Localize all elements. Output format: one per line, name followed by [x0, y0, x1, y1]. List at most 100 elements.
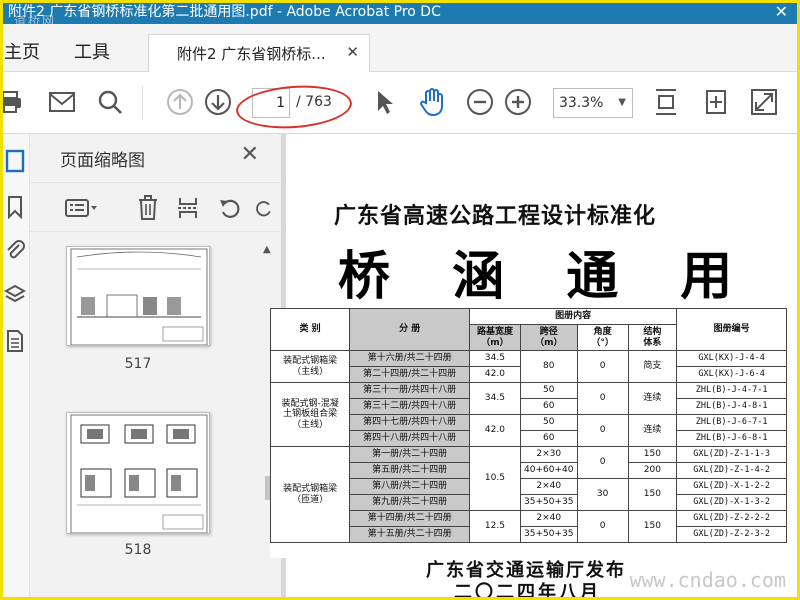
- search-icon[interactable]: [94, 86, 126, 118]
- cell-span: 60: [519, 430, 578, 447]
- cell-code: GXL(ZD)-Z-2-2-2: [676, 510, 787, 527]
- cell-span: 60: [519, 398, 578, 415]
- cell-span: 80: [519, 350, 578, 383]
- cell-volume: 第四十八册/共四十八册: [349, 430, 471, 447]
- site-watermark: www.cndao.com: [629, 568, 786, 592]
- rotate-view-icon[interactable]: [700, 86, 732, 118]
- cell-angle: 0: [576, 414, 629, 447]
- cell-code: ZHL(B)-J-6-8-1: [676, 430, 787, 447]
- document-icon[interactable]: [3, 328, 27, 354]
- cell-span: 35+50+35: [519, 494, 578, 511]
- header-volume: 分 册: [349, 308, 471, 351]
- cell-width: 42.0: [469, 366, 521, 383]
- cell-structure: 200: [627, 462, 678, 479]
- cell-structure: 连续: [627, 414, 678, 447]
- zoom-select[interactable]: 33.3% ▼: [553, 88, 633, 118]
- cell-volume: 第十六册/共二十四册: [349, 350, 471, 367]
- toolbar: 1 / 763 33.3% ▼: [0, 72, 800, 134]
- cell-code: ZHL(B)-J-4-8-1: [676, 398, 787, 415]
- rotate-right-icon[interactable]: [254, 195, 274, 221]
- close-panel-icon[interactable]: ✕: [241, 142, 259, 167]
- full-screen-icon[interactable]: [748, 86, 780, 118]
- email-icon[interactable]: [46, 86, 78, 118]
- cell-structure: 150: [627, 446, 678, 463]
- options-menu-icon[interactable]: [62, 195, 102, 221]
- cell-code: GXL(KX)-J-6-4: [676, 366, 787, 383]
- thumbnail-label: 517: [124, 356, 152, 372]
- cell-angle: 0: [576, 510, 629, 543]
- navigation-rail: [0, 134, 30, 600]
- thumbnail-toolbar: [30, 182, 282, 232]
- header-structure: 结构 体系: [627, 324, 678, 351]
- document-subtitle: 广东省高速公路工程设计标准化: [334, 204, 657, 229]
- cell-angle: 30: [576, 478, 629, 511]
- delete-icon[interactable]: [134, 195, 162, 221]
- tab-home[interactable]: 主页: [4, 38, 40, 64]
- select-cursor-icon[interactable]: [368, 86, 400, 118]
- cell-volume: 第三十二册/共四十八册: [349, 398, 471, 415]
- header-code: 图册编号: [676, 308, 787, 351]
- header-angle: 角度 （°）: [576, 324, 629, 351]
- thumbnail-page-518[interactable]: [66, 412, 210, 534]
- cell-volume: 第一册/共二十四册: [349, 446, 471, 463]
- print-icon[interactable]: [0, 86, 26, 118]
- close-tab-icon[interactable]: ✕: [346, 43, 359, 61]
- zoom-in-icon[interactable]: [502, 86, 534, 118]
- tab-document-label: 附件2 广东省钢桥标...: [177, 45, 326, 63]
- hand-tool-icon[interactable]: [416, 86, 448, 118]
- page-thumbnails-icon[interactable]: [3, 148, 27, 174]
- cell-volume: 第四十七册/共四十八册: [349, 414, 471, 431]
- tab-document[interactable]: 附件2 广东省钢桥标... ✕: [148, 34, 370, 72]
- cell-span: 2×30: [519, 446, 578, 463]
- cell-structure: 150: [627, 478, 678, 511]
- spec-table: 类 别 分 册 图册内容 图册编号 路基宽度 （m） 跨径 （m） 角度 （°）…: [269, 308, 787, 543]
- cell-volume: 第十四册/共二十四册: [349, 510, 471, 527]
- cell-span: 40+60+40: [519, 462, 578, 479]
- document-date: 二〇二四年八月: [454, 582, 601, 600]
- previous-page-icon[interactable]: [164, 86, 196, 118]
- cell-category: 装配式钢-混凝 土钢板组合梁 （主线）: [269, 382, 351, 447]
- header-category: 类 别: [269, 308, 351, 351]
- cell-code: ZHL(B)-J-4-7-1: [676, 382, 787, 399]
- cell-volume: 第十五册/共二十四册: [349, 526, 471, 543]
- rotate-left-icon[interactable]: [216, 195, 244, 221]
- zoom-value: 33.3%: [559, 95, 604, 111]
- thumbnail-panel: 页面缩略图 ✕ 517 518 ▲: [30, 134, 282, 600]
- spec-table-overlay: 类 别 分 册 图册内容 图册编号 路基宽度 （m） 跨径 （m） 角度 （°）…: [269, 308, 787, 558]
- tab-bar: 主页 工具 附件2 广东省钢桥标... ✕: [0, 24, 800, 72]
- cell-width: 12.5: [469, 510, 521, 543]
- header-span: 跨径 （m）: [519, 324, 578, 351]
- scroll-up-icon[interactable]: ▲: [263, 244, 271, 255]
- cell-span: 2×40: [519, 510, 578, 527]
- cell-code: ZHL(B)-J-6-7-1: [676, 414, 787, 431]
- cell-code: GXL(KX)-J-4-4: [676, 350, 787, 367]
- cell-structure: 连续: [627, 382, 678, 415]
- header-content-group: 图册内容: [469, 308, 678, 325]
- cell-category: 装配式钢箱梁 （主线）: [269, 350, 351, 383]
- cell-width: 34.5: [469, 350, 521, 367]
- fit-page-icon[interactable]: [650, 86, 682, 118]
- extract-pages-icon[interactable]: [174, 195, 202, 221]
- tab-tools[interactable]: 工具: [74, 38, 110, 64]
- attachment-icon[interactable]: [3, 238, 27, 264]
- cell-span: 2×40: [519, 478, 578, 495]
- cell-volume: 第八册/共二十四册: [349, 478, 471, 495]
- layers-icon[interactable]: [3, 282, 27, 308]
- thumbnail-page-517[interactable]: [66, 246, 210, 346]
- cell-code: GXL(ZD)-Z-1-4-2: [676, 462, 787, 479]
- cell-volume: 第五册/共二十四册: [349, 462, 471, 479]
- cell-code: GXL(ZD)-Z-2-3-2: [676, 526, 787, 543]
- cell-width: 34.5: [469, 382, 521, 415]
- cell-width: 42.0: [469, 414, 521, 447]
- cell-width: 10.5: [469, 446, 521, 511]
- cell-span: 50: [519, 414, 578, 431]
- cell-structure: 150: [627, 510, 678, 543]
- cell-structure: 简支: [627, 350, 678, 383]
- cell-angle: 0: [576, 382, 629, 415]
- window-close-icon[interactable]: ✕: [775, 0, 788, 24]
- next-page-icon[interactable]: [202, 86, 234, 118]
- bookmark-icon[interactable]: [3, 194, 27, 220]
- cell-volume: 第二十四册/共二十四册: [349, 366, 471, 383]
- cell-volume: 第九册/共二十四册: [349, 494, 471, 511]
- zoom-out-icon[interactable]: [464, 86, 496, 118]
